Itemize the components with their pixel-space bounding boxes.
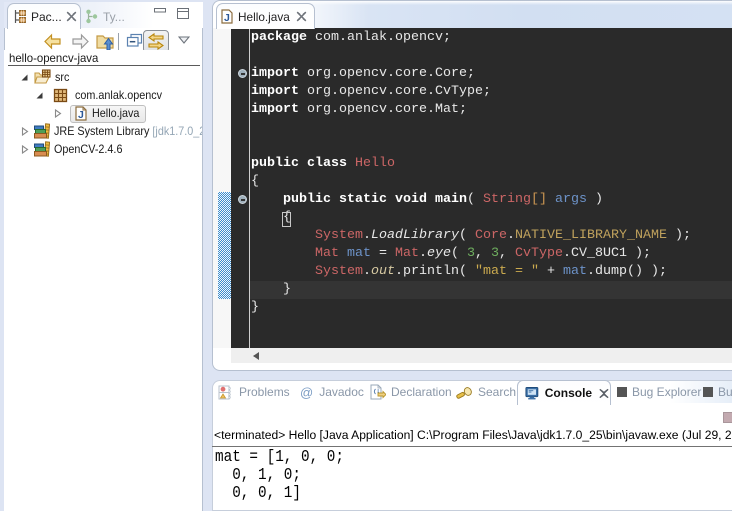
svg-text:J: J (224, 12, 230, 24)
svg-text:J: J (78, 109, 84, 121)
